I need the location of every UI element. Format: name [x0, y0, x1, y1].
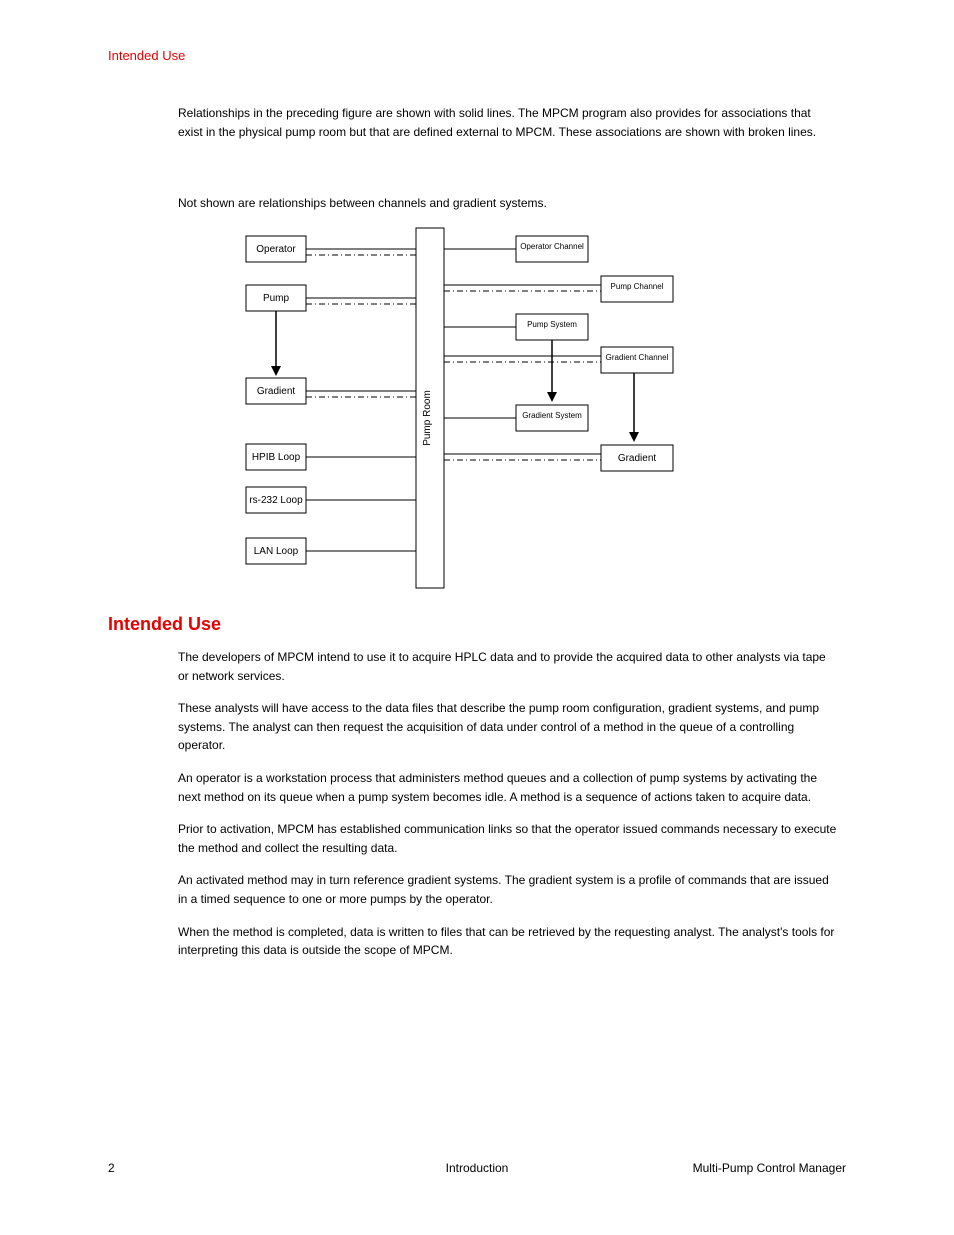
footer-page-number: 2 [108, 1161, 352, 1175]
operator-channel-box: Operator Channel [444, 236, 588, 262]
gradient-channel-box: Gradient Channel [444, 347, 673, 373]
body-paragraph-2: These analysts will have access to the d… [178, 699, 838, 755]
pump-system-box: Pump System [444, 314, 588, 340]
svg-text:rs-232 Loop: rs-232 Loop [249, 495, 303, 506]
pump-channel-box: Pump Channel [444, 276, 673, 302]
svg-text:Operator: Operator [256, 244, 296, 255]
footer-document: Multi-Pump Control Manager [602, 1161, 846, 1175]
hpib-box: HPIB Loop [246, 444, 416, 470]
arrow-pump-to-gradient [271, 311, 281, 376]
footer-section: Introduction [355, 1161, 599, 1175]
gradient-system-box: Gradient System [444, 405, 588, 431]
arrow-pumpsys-to-gradsys [547, 340, 557, 402]
svg-text:Gradient: Gradient [618, 453, 657, 464]
gradient-box: Gradient [246, 378, 416, 404]
pump-room-diagram: Pump Room Operator Pump Gradient HPI [236, 218, 726, 598]
lan-box: LAN Loop [246, 538, 416, 564]
operator-box: Operator [246, 236, 416, 262]
rs232-box: rs-232 Loop [246, 487, 416, 513]
svg-text:Pump Channel: Pump Channel [611, 282, 664, 291]
page-footer: 2 Introduction Multi-Pump Control Manage… [108, 1161, 846, 1175]
svg-text:LAN Loop: LAN Loop [254, 546, 299, 557]
body-paragraph-5: An activated method may in turn referenc… [178, 871, 838, 908]
svg-text:Operator Channel: Operator Channel [520, 242, 584, 251]
gradient-box-right: Gradient [444, 445, 673, 471]
svg-text:Gradient System: Gradient System [522, 411, 582, 420]
body-paragraph-6: When the method is completed, data is wr… [178, 923, 838, 960]
arrow-gradch-down [629, 373, 639, 442]
svg-text:Gradient Channel: Gradient Channel [606, 353, 669, 362]
intro-paragraph-1: Relationships in the preceding figure ar… [178, 104, 838, 141]
running-header: Intended Use [108, 48, 185, 63]
section-heading-intended-use: Intended Use [108, 614, 221, 635]
svg-text:Gradient: Gradient [257, 386, 296, 397]
body-paragraph-4: Prior to activation, MPCM has establishe… [178, 820, 838, 857]
svg-text:Pump System: Pump System [527, 320, 577, 329]
svg-text:Pump: Pump [263, 293, 290, 304]
body-paragraph-1: The developers of MPCM intend to use it … [178, 648, 838, 685]
intro-paragraph-2: Not shown are relationships between chan… [178, 196, 547, 210]
svg-text:HPIB Loop: HPIB Loop [252, 452, 301, 463]
body-paragraph-3: An operator is a workstation process tha… [178, 769, 838, 806]
pump-box: Pump [246, 285, 416, 311]
hub-label: Pump Room [422, 390, 433, 446]
